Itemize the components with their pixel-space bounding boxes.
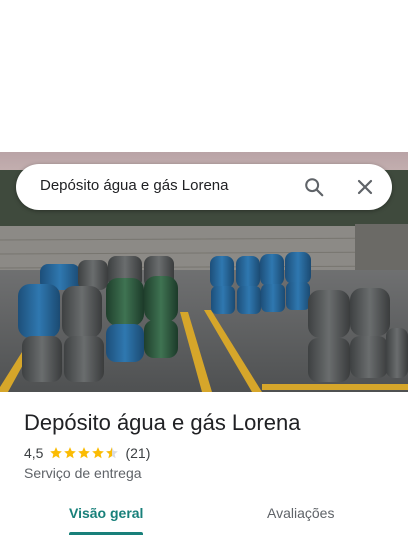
close-icon[interactable] [355, 177, 375, 197]
tab-reviews[interactable]: Avaliações [267, 505, 334, 521]
star-icon [64, 447, 77, 459]
search-bar[interactable]: Depósito água e gás Lorena [16, 164, 392, 210]
star-icon [92, 447, 105, 459]
blank-area [0, 0, 408, 152]
review-count[interactable]: (21) [125, 445, 150, 461]
star-rating [49, 446, 119, 460]
rating-row[interactable]: 4,5 (21) [24, 444, 150, 462]
place-category: Serviço de entrega [24, 465, 142, 481]
tab-overview[interactable]: Visão geral [69, 505, 143, 521]
search-icon[interactable] [303, 176, 325, 198]
star-icon [78, 447, 91, 459]
star-icon [50, 447, 63, 459]
rating-value: 4,5 [24, 445, 44, 461]
half-star-icon [106, 447, 119, 459]
active-tab-indicator [69, 532, 143, 535]
place-title: Depósito água e gás Lorena [24, 410, 301, 435]
tab-bar: Visão geral Avaliações [0, 500, 408, 544]
search-input[interactable]: Depósito água e gás Lorena [40, 177, 228, 194]
